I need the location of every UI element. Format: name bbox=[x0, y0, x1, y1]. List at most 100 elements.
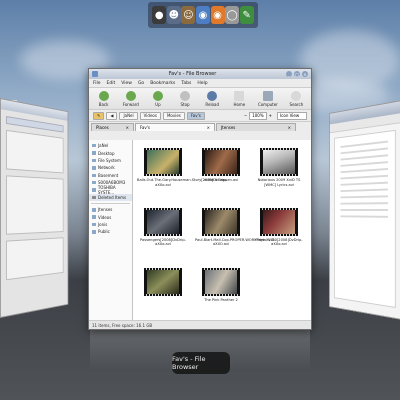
background-window-right[interactable] bbox=[329, 100, 400, 320]
view-mode-select[interactable]: Icon View bbox=[277, 111, 307, 120]
home-icon bbox=[234, 91, 245, 101]
minimize-icon[interactable]: _ bbox=[286, 71, 292, 77]
up-arrow-icon bbox=[152, 91, 163, 101]
trash-icon bbox=[92, 195, 96, 200]
title-bar[interactable]: Fav's - File Browser _ □ × bbox=[89, 69, 311, 79]
path-crumb[interactable]: Videos bbox=[139, 111, 161, 120]
desktop-icon bbox=[92, 151, 96, 155]
sidebar-item-network[interactable]: Network bbox=[89, 164, 132, 171]
menu-go[interactable]: Go bbox=[138, 81, 144, 86]
zoom-level[interactable]: 100% bbox=[249, 111, 267, 120]
sidebar-bookmark-jonis[interactable]: Jonis bbox=[89, 221, 132, 228]
forward-button[interactable]: Forward bbox=[122, 91, 139, 107]
file-item[interactable]: Notorious 2009 XviD TS [WMC] Lyrics.avi bbox=[255, 148, 303, 206]
menu-tabs[interactable]: Tabs bbox=[181, 81, 191, 86]
file-browser-window[interactable]: Fav's - File Browser _ □ × File Edit Vie… bbox=[88, 68, 312, 330]
background-window-left[interactable] bbox=[0, 98, 69, 318]
globe-icon[interactable]: ◉ bbox=[195, 6, 210, 24]
sidebar-item-deleted-items[interactable]: Deleted Items bbox=[89, 193, 132, 202]
menu-bookmarks[interactable]: Bookmarks bbox=[150, 81, 175, 86]
tab-jtenses[interactable]: Jtenses × bbox=[216, 123, 296, 131]
path-left-arrow-icon[interactable]: ◀ bbox=[106, 111, 118, 120]
sidebar-bookmark-videos[interactable]: Videos bbox=[89, 214, 132, 221]
status-bar: 11 items, Free space: 16.1 GB bbox=[89, 320, 311, 329]
edit-location-icon[interactable]: ✎ bbox=[93, 111, 105, 120]
stop-button[interactable]: Stop bbox=[176, 91, 193, 107]
folder-icon bbox=[92, 230, 96, 234]
path-crumb[interactable]: Movies bbox=[162, 111, 185, 120]
menu-file[interactable]: File bbox=[93, 81, 101, 86]
firefox-icon[interactable]: ◉ bbox=[210, 6, 225, 24]
app-icon bbox=[92, 71, 98, 77]
zoom-control: − 100% + bbox=[244, 111, 272, 120]
sidebar-item-file-system[interactable]: File System bbox=[89, 157, 132, 164]
sidebar-item-desktop[interactable]: Desktop bbox=[89, 149, 132, 156]
drive-icon bbox=[92, 188, 96, 192]
people-icon[interactable]: ☻ bbox=[166, 6, 181, 24]
path-crumb[interactable]: JaNel bbox=[119, 111, 138, 120]
search-icon bbox=[291, 91, 302, 101]
close-icon[interactable]: × bbox=[302, 71, 308, 77]
home-button[interactable]: Home bbox=[231, 91, 248, 107]
sidebar-item-basement[interactable]: Basement bbox=[89, 172, 132, 179]
folder-icon bbox=[92, 215, 96, 219]
forward-arrow-icon bbox=[125, 91, 136, 101]
path-crumb-current[interactable]: Fav's bbox=[186, 111, 205, 120]
close-tab-icon[interactable]: × bbox=[207, 125, 210, 130]
video-thumbnail bbox=[202, 207, 240, 236]
cat-icon[interactable]: ☺ bbox=[181, 6, 196, 24]
toolbar: Back Forward Up Stop Reload Home Compute… bbox=[89, 88, 311, 110]
menu-bar: File Edit View Go Bookmarks Tabs Help bbox=[89, 79, 311, 88]
clock-icon[interactable]: ◯ bbox=[225, 6, 240, 24]
window-switcher-label: Fav's - File Browser bbox=[172, 352, 230, 374]
maximize-icon[interactable]: □ bbox=[294, 71, 300, 77]
stop-icon bbox=[180, 91, 191, 101]
video-thumbnail bbox=[144, 267, 182, 296]
file-item[interactable]: Balls.Out.The.Gary.Houseman.Story[2009]D… bbox=[137, 148, 227, 206]
video-thumbnail bbox=[260, 207, 298, 236]
file-item[interactable]: The Pink Panther 2 bbox=[197, 267, 245, 321]
file-item[interactable]: make it happen.avi bbox=[197, 148, 245, 206]
window-title: Fav's - File Browser bbox=[168, 71, 217, 77]
close-tab-icon[interactable]: × bbox=[288, 125, 291, 130]
drive-icon bbox=[92, 173, 96, 177]
zoom-in-icon[interactable]: + bbox=[269, 113, 272, 118]
back-button[interactable]: Back bbox=[95, 91, 112, 107]
menu-view[interactable]: View bbox=[121, 81, 132, 86]
file-icon-view: Balls.Out.The.Gary.Houseman.Story[2009]D… bbox=[133, 140, 311, 321]
sidebar-item-toshiba[interactable]: TOSHIBA SYSTE... bbox=[89, 185, 132, 195]
computer-icon bbox=[262, 91, 273, 101]
close-sidebar-icon[interactable]: × bbox=[126, 125, 129, 130]
file-item[interactable]: Passengers[2008]DvDrip-aXXo.avi bbox=[139, 207, 187, 266]
sidebar-bookmark-public[interactable]: Public bbox=[89, 228, 132, 235]
file-item[interactable] bbox=[139, 267, 187, 321]
top-dock: ● ☻ ☺ ◉ ◉ ◯ ✎ bbox=[148, 2, 258, 28]
bug-icon[interactable]: ● bbox=[152, 6, 167, 24]
main-area: JaNel Desktop File System Network Baseme… bbox=[89, 140, 311, 321]
video-thumbnail bbox=[202, 267, 240, 296]
video-thumbnail bbox=[202, 148, 240, 176]
places-sidebar: JaNel Desktop File System Network Baseme… bbox=[89, 140, 133, 321]
tab-favs[interactable]: Fav's × bbox=[135, 123, 215, 131]
file-item[interactable]: Paul.Blart.Mall.Cop.PROPER.WORKPrint.Xvi… bbox=[195, 207, 276, 266]
menu-edit[interactable]: Edit bbox=[107, 81, 116, 86]
reload-icon bbox=[207, 91, 218, 101]
drive-icon bbox=[92, 158, 96, 163]
editor-icon[interactable]: ✎ bbox=[239, 6, 254, 24]
zoom-out-icon[interactable]: − bbox=[244, 113, 247, 118]
menu-help[interactable]: Help bbox=[197, 81, 207, 86]
home-folder-icon bbox=[92, 143, 96, 148]
folder-icon bbox=[92, 222, 96, 227]
network-icon bbox=[92, 166, 96, 170]
up-button[interactable]: Up bbox=[149, 91, 166, 107]
sidebar-bookmark-jtenses[interactable]: Jtenses bbox=[89, 206, 132, 213]
folder-icon bbox=[92, 208, 96, 212]
sidebar-header[interactable]: Places × bbox=[91, 123, 134, 131]
search-button[interactable]: Search bbox=[288, 91, 305, 107]
reload-button[interactable]: Reload bbox=[204, 91, 221, 107]
sidebar-item-janel[interactable]: JaNel bbox=[89, 142, 132, 149]
video-thumbnail bbox=[260, 148, 298, 176]
computer-button[interactable]: Computer bbox=[258, 91, 278, 107]
file-item[interactable]: Player 5150[2008]DvDrip-aXXo.avi bbox=[255, 207, 303, 266]
drive-icon bbox=[92, 180, 96, 185]
